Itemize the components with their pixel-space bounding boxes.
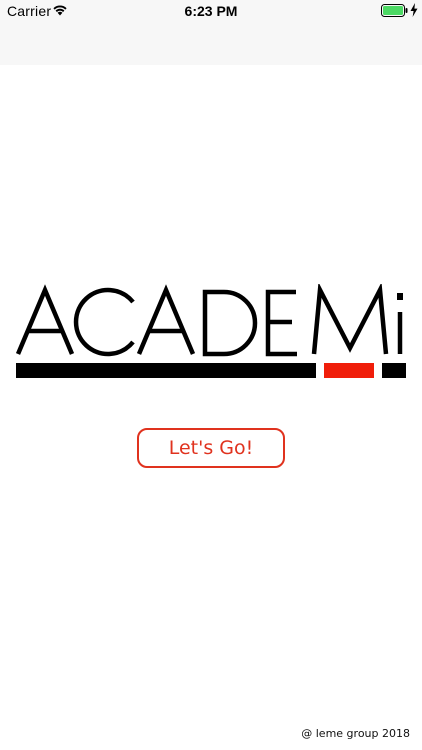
navigation-bar xyxy=(0,22,422,65)
lets-go-button[interactable]: Let's Go! xyxy=(137,428,285,468)
status-time: 6:23 PM xyxy=(184,3,238,19)
logo-bar-black-small xyxy=(382,363,406,378)
logo-bar-red xyxy=(324,363,374,378)
copyright-footer: @ leme group 2018 xyxy=(301,727,410,740)
battery-icon xyxy=(381,4,409,17)
status-bar: Carrier 6:23 PM xyxy=(0,0,422,22)
logo-bar-black xyxy=(16,363,316,378)
academi-logo-wordmark xyxy=(16,284,403,357)
academi-logo xyxy=(16,284,406,380)
app-screen: Carrier 6:23 PM Let's Go! @ leme group 2… xyxy=(0,0,422,750)
charging-bolt-icon xyxy=(410,3,418,17)
